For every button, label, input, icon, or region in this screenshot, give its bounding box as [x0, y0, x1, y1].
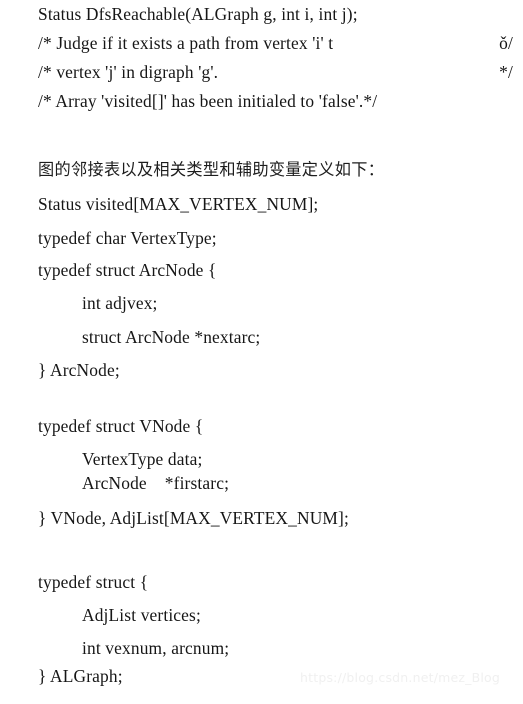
comment-line-1-text: /* Judge if it exists a path from vertex… [38, 33, 334, 53]
code-line-typedef-vnode-open: typedef struct VNode { [38, 416, 204, 436]
document-page: Status DfsReachable(ALGraph g, int i, in… [0, 0, 523, 704]
code-line-vnode-firstarc: ArcNode *firstarc; [82, 473, 230, 493]
code-line-typedef-arcnode-open: typedef struct ArcNode { [38, 260, 217, 280]
code-line-arcnode-nextarc: struct ArcNode *nextarc; [82, 327, 261, 347]
code-line-algraph-counts: int vexnum, arcnum; [82, 638, 230, 658]
code-line-typedef-algraph-open: typedef struct { [38, 572, 149, 592]
code-line-visited-array: Status visited[MAX_VERTEX_NUM]; [38, 194, 319, 214]
comment-line-3: /* Array 'visited[]' has been initialed … [38, 91, 378, 111]
code-line-arcnode-adjvex: int adjvex; [82, 293, 158, 313]
comment-line-1: /* Judge if it exists a path from vertex… [38, 33, 513, 53]
comment-line-1-terminator: ǒ/ [499, 33, 513, 53]
code-line-vnode-data: VertexType data; [82, 449, 203, 469]
comment-line-2: /* vertex 'j' in digraph 'g'. */ [38, 62, 513, 82]
comment-line-2-terminator: */ [499, 62, 513, 82]
csdn-watermark: https://blog.csdn.net/mez_Blog [300, 670, 501, 685]
cjk-description-note: 图的邻接表以及相关类型和辅助变量定义如下： [38, 160, 385, 179]
comment-line-2-text: /* vertex 'j' in digraph 'g'. [38, 62, 219, 82]
code-line-arcnode-close: } ArcNode; [38, 360, 120, 380]
function-signature-line: Status DfsReachable(ALGraph g, int i, in… [38, 4, 358, 24]
code-line-vnode-close: } VNode, AdjList[MAX_VERTEX_NUM]; [38, 508, 349, 528]
code-line-algraph-vertices: AdjList vertices; [82, 605, 201, 625]
code-line-typedef-vertextype: typedef char VertexType; [38, 228, 217, 248]
